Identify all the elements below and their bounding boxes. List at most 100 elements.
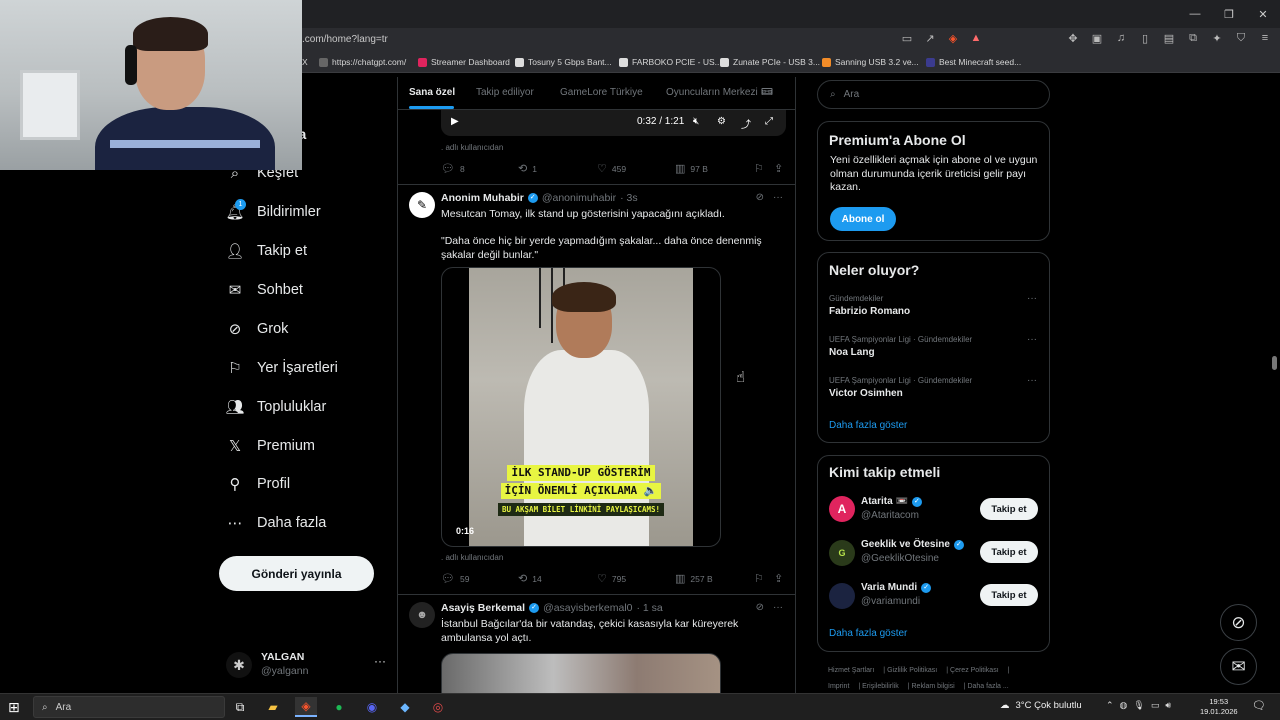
taskbar-search[interactable]: ⌕ Ara xyxy=(33,696,225,718)
video-player[interactable]: ▶ 0:32 / 1:21 🔇︎ ⚙ ⤴ ⤢ xyxy=(441,110,786,136)
tweet-time[interactable]: · 1 sa xyxy=(637,602,663,614)
bookmark-sanning[interactable]: Sanning USB 3.2 ve... xyxy=(822,57,919,67)
avatar[interactable]: G xyxy=(829,540,855,566)
discord-icon[interactable]: ◉ xyxy=(361,697,383,717)
url-field[interactable]: .com/home?lang=tr xyxy=(302,34,388,45)
author-name[interactable]: Anonim Muhabir xyxy=(441,192,524,204)
nav-item-chat[interactable]: ✉ Sohbet xyxy=(226,281,303,299)
share-button[interactable]: ⇪ xyxy=(774,572,783,585)
footer-link[interactable]: Daha fazla ... xyxy=(967,683,1008,690)
obs-icon[interactable]: ◎ xyxy=(427,697,449,717)
subscribe-button[interactable]: Abone ol xyxy=(830,207,896,231)
more-icon[interactable]: ··· xyxy=(374,654,386,668)
scrollbar-thumb[interactable] xyxy=(1272,356,1277,370)
follow-button[interactable]: Takip et xyxy=(980,584,1038,606)
suggested-account-name[interactable]: Varia Mundi ✓ xyxy=(861,582,932,593)
follow-button[interactable]: Takip et xyxy=(980,541,1038,563)
post-button[interactable]: Gönderi yayınla xyxy=(219,556,374,591)
notification-icon[interactable]: 🗨︎ xyxy=(1252,699,1266,712)
video-player[interactable]: İLK STAND-UP GÖSTERİM İÇİN ÖNEMLİ AÇIKLA… xyxy=(441,267,721,547)
author-handle[interactable]: @asayisberkemal0 xyxy=(543,602,632,614)
nav-item-more[interactable]: ⋯ Daha fazla xyxy=(226,514,327,532)
avatar[interactable]: ✎ xyxy=(409,192,435,218)
footer-link[interactable]: Gizlilik Politikası xyxy=(887,667,937,674)
trend-item[interactable]: Noa Lang xyxy=(829,347,875,358)
nav-item-notifications[interactable]: 🔔︎ 1 Bildirimler xyxy=(225,199,321,221)
nav-item-bookmarks[interactable]: ⚐ Yer İşaretleri xyxy=(226,359,338,377)
bookmark-streamer[interactable]: Streamer Dashboard xyxy=(418,57,510,67)
views-button[interactable]: ▥ 97 B xyxy=(675,162,708,175)
brave-shield-icon[interactable]: ◈ xyxy=(946,32,960,45)
grok-float-button[interactable]: ⊘ xyxy=(1220,604,1257,641)
bookmark-minecraft[interactable]: Best Minecraft seed... xyxy=(926,57,1021,67)
repost-button[interactable]: ⟲ 1 xyxy=(518,162,537,175)
nav-item-communities[interactable]: 👥︎ Topluluklar xyxy=(225,398,326,416)
mute-icon[interactable]: 🔇︎ xyxy=(693,116,699,127)
nav-item-profile[interactable]: ⚲ Profil xyxy=(226,475,291,493)
ai-icon[interactable]: ✦ xyxy=(1210,32,1224,45)
avatar[interactable]: ☻ xyxy=(409,602,435,628)
nav-item-follow[interactable]: 👤︎ Takip et xyxy=(225,242,307,260)
rewards-icon[interactable]: ▲ xyxy=(969,32,983,45)
bookmark-button[interactable]: ⚐ xyxy=(754,572,764,585)
nav-item-grok[interactable]: ⊘ Grok xyxy=(226,320,289,338)
network-icon[interactable]: ▭ xyxy=(1151,700,1160,711)
settings-icon[interactable]: ⚙ xyxy=(717,116,726,127)
extension-icon[interactable]: ▣ xyxy=(1090,32,1104,45)
bookmark-x[interactable]: X xyxy=(302,57,308,67)
microphone-icon[interactable]: 🎙︎ xyxy=(1133,700,1144,711)
extensions-icon[interactable]: ✥ xyxy=(1066,32,1080,45)
like-button[interactable]: ♡ 795 xyxy=(597,572,626,585)
tab-following[interactable]: Takip ediliyor xyxy=(476,87,534,98)
tweet-time[interactable]: · 3s xyxy=(620,192,638,204)
footer-link[interactable]: Çerez Politikası xyxy=(950,667,999,674)
more-icon[interactable]: ··· xyxy=(773,602,783,613)
more-icon[interactable]: ··· xyxy=(773,192,783,203)
more-icon[interactable]: ··· xyxy=(1027,334,1037,345)
minimize-icon[interactable]: — xyxy=(1178,0,1212,28)
more-icon[interactable]: ··· xyxy=(1027,375,1037,386)
tab-gamelore[interactable]: GameLore Türkiye xyxy=(560,87,643,98)
like-button[interactable]: ♡ 459 xyxy=(597,162,626,175)
author-handle[interactable]: @anonimuhabir xyxy=(542,192,616,204)
views-button[interactable]: ▥ 257 B xyxy=(675,572,713,585)
trend-item[interactable]: Victor Osimhen xyxy=(829,388,903,399)
music-icon[interactable]: ♫ xyxy=(1114,32,1128,45)
suggested-account-name[interactable]: Geeklik ve Ötesine ✓ xyxy=(861,539,964,550)
more-icon[interactable]: ··· xyxy=(1027,293,1037,304)
play-icon[interactable]: ▶ xyxy=(451,116,459,127)
grok-icon[interactable]: ⊘ xyxy=(756,192,764,203)
sidebar-icon[interactable]: ▯ xyxy=(1138,32,1152,45)
trend-item[interactable]: Fabrizio Romano xyxy=(829,306,910,317)
reply-button[interactable]: 💬︎ 59 xyxy=(441,572,469,585)
task-view-icon[interactable]: ⧉ xyxy=(229,697,251,717)
avatar[interactable]: A xyxy=(829,496,855,522)
tab-for-you[interactable]: Sana özel xyxy=(409,87,455,98)
tab-oyuncularin-merkezi[interactable]: Oyuncuların Merkezi 📼︎ xyxy=(666,87,773,98)
trends-show-more[interactable]: Daha fazla göster xyxy=(829,420,907,431)
messages-float-button[interactable]: ✉ xyxy=(1220,648,1257,685)
weather-widget[interactable]: ☁ 3°C Çok bulutlu xyxy=(1000,700,1082,711)
restore-icon[interactable]: ❐ xyxy=(1212,0,1246,28)
wallet-icon[interactable]: ▤ xyxy=(1162,32,1176,45)
bookmark-chatgpt[interactable]: https://chatgpt.com/ xyxy=(319,57,406,67)
repost-button[interactable]: ⟲ 14 xyxy=(518,572,542,585)
footer-link[interactable]: Hizmet Şartları xyxy=(828,667,874,674)
bookmark-tosuny[interactable]: Tosuny 5 Gbps Bant... xyxy=(515,57,612,67)
file-explorer-icon[interactable]: ▰ xyxy=(262,697,284,717)
volume-icon[interactable]: 🔊︎ xyxy=(1165,700,1171,711)
menu-icon[interactable]: ≡ xyxy=(1258,32,1272,45)
footer-link[interactable]: Erişilebilirlik xyxy=(862,683,899,690)
brave-browser-icon[interactable]: ◈ xyxy=(295,697,317,717)
chevron-up-icon[interactable]: ⌃ xyxy=(1106,700,1114,711)
bookmark-farboko[interactable]: FARBOKO PCIE - US... xyxy=(619,57,722,67)
search-input[interactable]: ⌕ Ara xyxy=(817,80,1050,109)
vpn-icon[interactable]: ⛉ xyxy=(1234,32,1248,45)
footer-link[interactable]: Reklam bilgisi xyxy=(912,683,955,690)
share-icon[interactable]: ↗ xyxy=(923,32,937,45)
install-icon[interactable]: ▭ xyxy=(900,32,914,45)
reply-button[interactable]: 💬︎ 8 xyxy=(441,162,465,175)
fullscreen-icon[interactable]: ⤢ xyxy=(765,116,773,127)
app-icon[interactable]: ◆ xyxy=(394,697,416,717)
bookmark-button[interactable]: ⚐ xyxy=(754,162,764,175)
